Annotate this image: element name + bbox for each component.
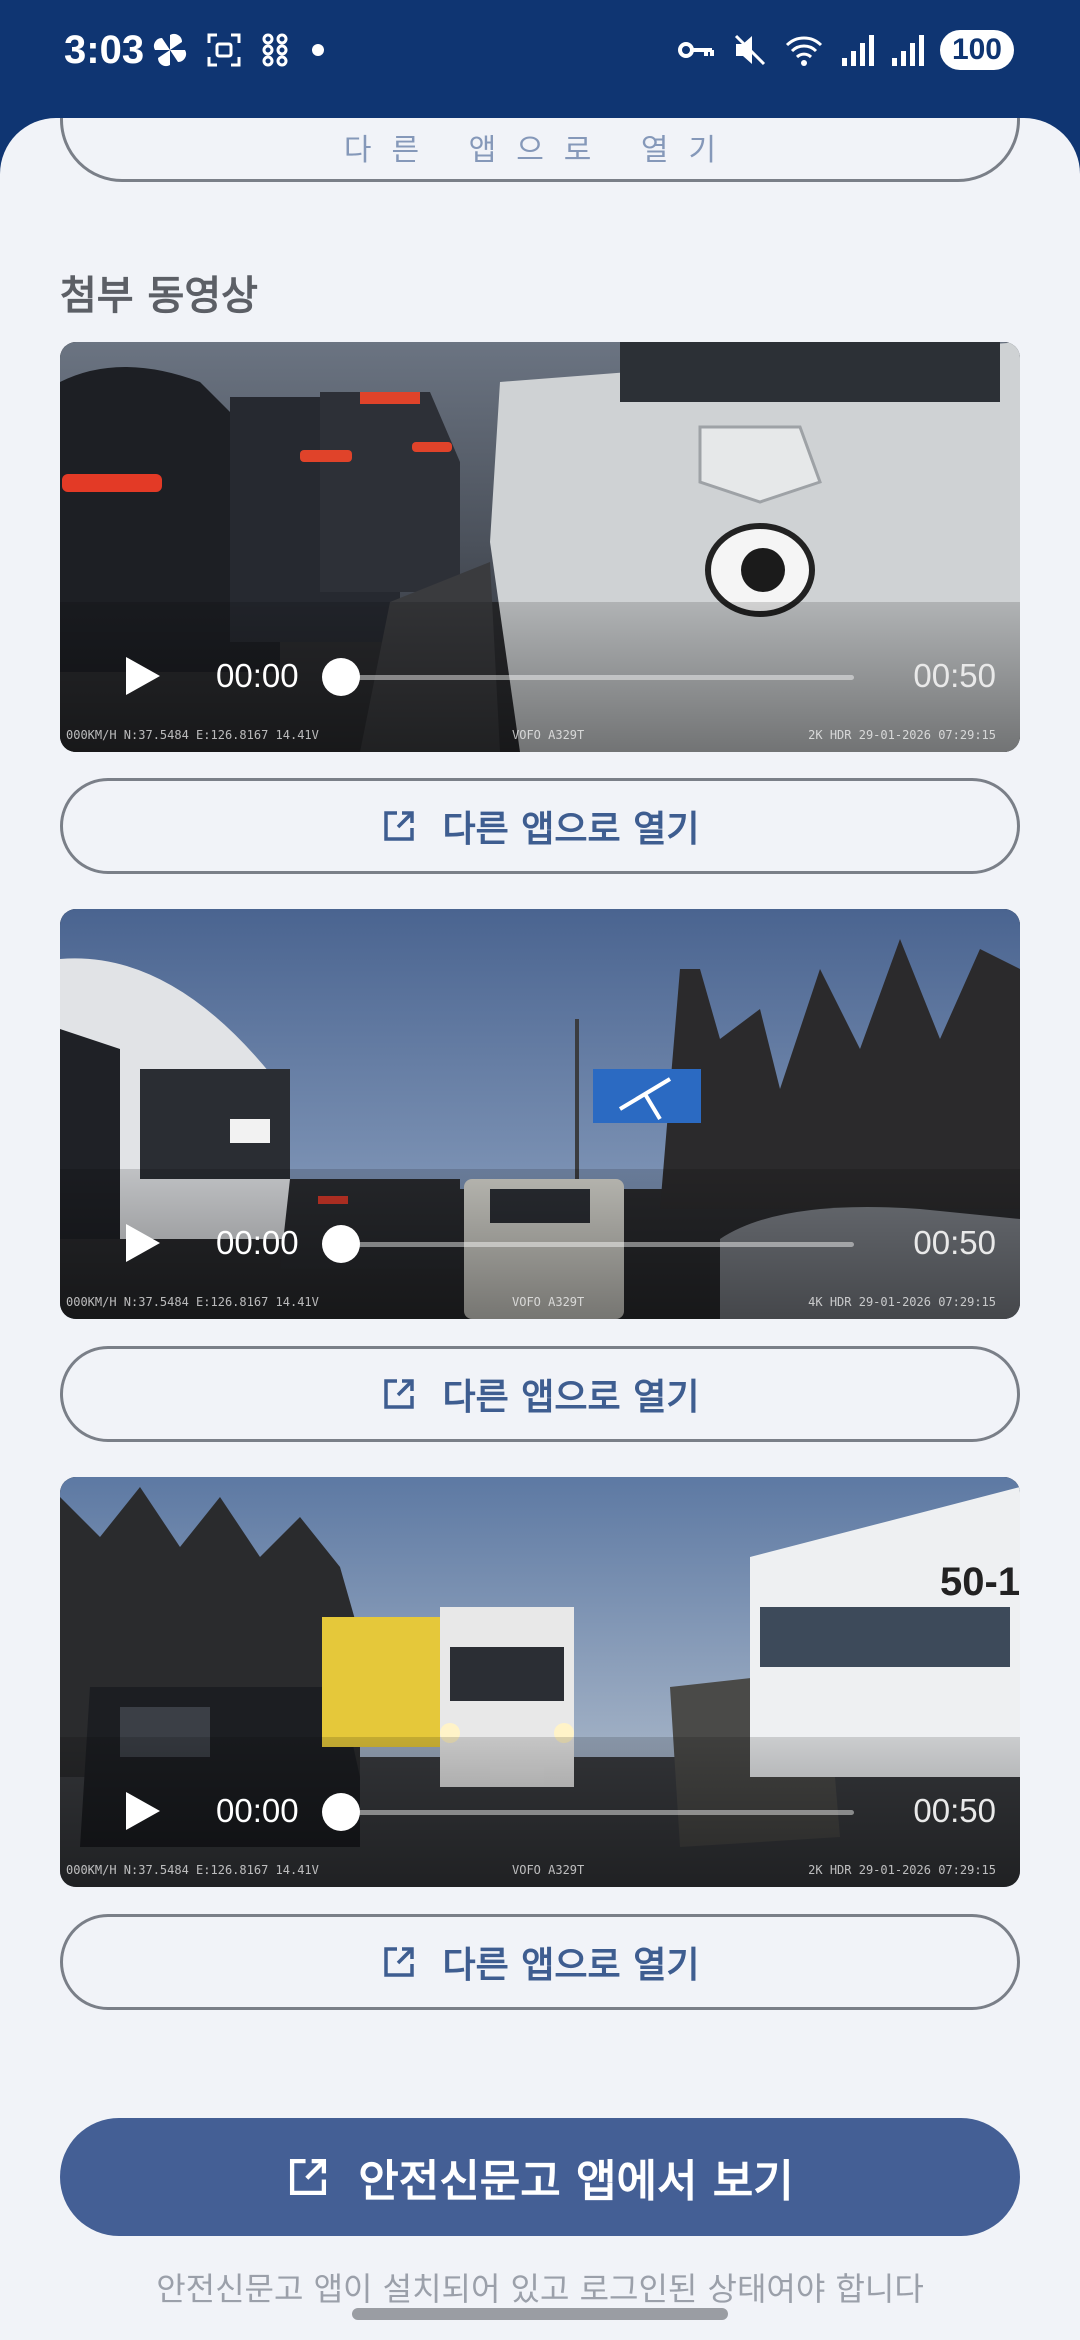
view-in-app-label: 안전신문고 앱에서 보기 bbox=[358, 2156, 794, 2207]
app-grid-icon bbox=[262, 33, 288, 67]
open-in-other-app-button[interactable]: 다른 앱으로 열기 bbox=[60, 1914, 1020, 2010]
content-sheet: 다른 앱으로 열기 첨부 동영상 00:00 00:50 000KM/H N:3… bbox=[0, 118, 1080, 2340]
open-in-other-app-label: 다른 앱으로 열기 bbox=[442, 1945, 700, 1986]
current-time: 00:00 bbox=[216, 657, 299, 694]
duration: 00:50 bbox=[913, 657, 996, 694]
duration: 00:50 bbox=[913, 1224, 996, 1261]
video-player[interactable]: 00:00 00:50 000KM/H N:37.5484 E:126.8167… bbox=[60, 342, 1020, 752]
play-icon[interactable] bbox=[122, 654, 162, 698]
view-in-safety-report-app-button[interactable]: 안전신문고 앱에서 보기 bbox=[60, 2118, 1020, 2236]
video-overlay-timestamp: 4K HDR 29-01-2026 07:29:15 bbox=[808, 1295, 996, 1309]
signal-icon bbox=[841, 35, 874, 66]
home-indicator[interactable] bbox=[352, 2308, 728, 2320]
seek-bar[interactable] bbox=[340, 1810, 854, 1815]
open-in-other-app-button[interactable]: 다른 앱으로 열기 bbox=[60, 778, 1020, 874]
play-icon[interactable] bbox=[122, 1221, 162, 1265]
play-icon[interactable] bbox=[122, 1789, 162, 1833]
pinwheel-icon bbox=[153, 33, 187, 67]
screenshot-icon bbox=[207, 33, 241, 67]
vpn-key-icon bbox=[677, 42, 714, 58]
current-time: 00:00 bbox=[216, 1792, 299, 1829]
open-in-other-app-label: 다른 앱으로 열기 bbox=[442, 1377, 700, 1418]
previous-button[interactable]: 다른 앱으로 열기 bbox=[60, 118, 1020, 182]
video-overlay-model: VOFO A329T bbox=[512, 728, 585, 742]
wifi-icon bbox=[785, 36, 822, 66]
external-link-icon bbox=[383, 1947, 414, 1977]
video-player[interactable]: 50-1 00:00 00:50 000KM/H N:37.5484 E:126… bbox=[60, 1477, 1020, 1887]
seek-bar[interactable] bbox=[340, 675, 854, 680]
previous-button-label: 다른 앱으로 열기 bbox=[343, 133, 737, 168]
video-overlay-gps: 000KM/H N:37.5484 E:126.8167 14.41V bbox=[66, 728, 319, 742]
video-overlay-gps: 000KM/H N:37.5484 E:126.8167 14.41V bbox=[66, 1295, 319, 1309]
external-link-icon bbox=[383, 1379, 414, 1409]
duration: 00:50 bbox=[913, 1792, 996, 1829]
seek-thumb[interactable] bbox=[322, 1225, 360, 1263]
open-in-other-app-label: 다른 앱으로 열기 bbox=[442, 809, 700, 850]
video-overlay-model: VOFO A329T bbox=[512, 1295, 585, 1309]
video-player[interactable]: 00:00 00:50 000KM/H N:37.5484 E:126.8167… bbox=[60, 909, 1020, 1319]
section-title: 첨부 동영상 bbox=[60, 273, 258, 319]
video-overlay-gps: 000KM/H N:37.5484 E:126.8167 14.41V bbox=[66, 1863, 319, 1877]
video-overlay-model: VOFO A329T bbox=[512, 1863, 585, 1877]
status-bar: 3:03 100 bbox=[0, 0, 1080, 118]
battery-indicator: 100 bbox=[939, 30, 1014, 70]
mute-icon bbox=[734, 34, 765, 66]
video-overlay-timestamp: 2K HDR 29-01-2026 07:29:15 bbox=[808, 728, 996, 742]
signal-icon bbox=[891, 35, 924, 66]
seek-bar[interactable] bbox=[340, 1242, 854, 1247]
external-link-icon bbox=[383, 811, 414, 841]
open-in-other-app-button[interactable]: 다른 앱으로 열기 bbox=[60, 1346, 1020, 1442]
seek-thumb[interactable] bbox=[322, 1793, 360, 1831]
seek-thumb[interactable] bbox=[322, 658, 360, 696]
footer-note: 안전신문고 앱이 설치되어 있고 로그인된 상태여야 합니다 bbox=[156, 2270, 924, 2308]
external-link-icon bbox=[290, 2158, 327, 2196]
current-time: 00:00 bbox=[216, 1224, 299, 1261]
video-overlay-timestamp: 2K HDR 29-01-2026 07:29:15 bbox=[808, 1863, 996, 1877]
dot-icon bbox=[312, 44, 324, 56]
status-time: 3:03 bbox=[64, 28, 145, 72]
svg-text:50-1: 50-1 bbox=[940, 1560, 1020, 1604]
